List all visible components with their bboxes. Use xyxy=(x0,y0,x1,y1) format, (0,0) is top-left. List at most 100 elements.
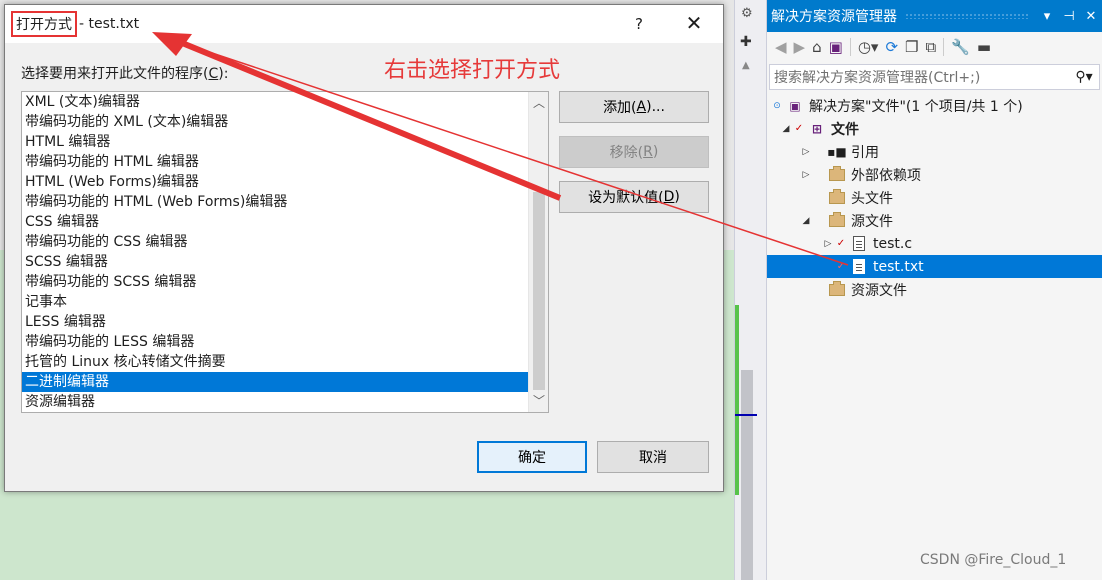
switch-views-icon[interactable]: ▣ xyxy=(829,38,843,56)
program-list-item[interactable]: 带编码功能的 SCSS 编辑器 xyxy=(22,272,528,292)
scroll-up-icon[interactable]: ︿ xyxy=(529,94,548,112)
add-button-label: 添加( xyxy=(603,100,637,116)
forward-icon[interactable]: ▶ xyxy=(794,38,806,56)
tree-node-label: 外部依赖项 xyxy=(851,167,921,184)
preview-icon[interactable]: ▬ xyxy=(977,38,991,56)
project-icon: ⊞ xyxy=(811,121,823,136)
cancel-button[interactable]: 取消 xyxy=(597,441,709,473)
folder-icon xyxy=(827,211,847,229)
expanded-arrow-icon[interactable]: ◢ xyxy=(799,216,813,226)
back-icon[interactable]: ◀ xyxy=(775,38,787,56)
home-icon[interactable]: ⌂ xyxy=(812,38,822,56)
tree-node-header-files[interactable]: 头文件 xyxy=(767,186,1102,209)
solution-explorer-titlebar: 解决方案资源管理器 ▾ ⊣ ✕ xyxy=(767,0,1102,32)
program-list-item[interactable]: 托管的 Linux 核心转储文件摘要 xyxy=(22,352,528,372)
program-list-item[interactable]: XML (文本)编辑器 xyxy=(22,92,528,112)
expanded-arrow-icon[interactable]: ◢ xyxy=(779,124,793,134)
collapsed-arrow-icon[interactable]: ▷ xyxy=(799,147,813,157)
checked-in-icon: ✓ xyxy=(794,123,804,134)
collapsed-arrow-icon[interactable]: ▷ xyxy=(821,239,835,249)
program-list-item[interactable]: 带编码功能的 XML (文本)编辑器 xyxy=(22,112,528,132)
tree-node-project[interactable]: ◢ ✓ ⊞ 文件 xyxy=(767,117,1102,140)
solution-tree: ⊙ ▣ 解决方案"文件"(1 个项目/共 1 个) ◢ ✓ ⊞ 文件 ▷ ▪■ … xyxy=(767,94,1102,301)
tree-node-label: 引用 xyxy=(851,144,879,161)
annotation-text: 右击选择打开方式 xyxy=(384,58,561,83)
program-list-item[interactable]: SCSS 编辑器 xyxy=(22,252,528,272)
solution-explorer-search[interactable]: 搜索解决方案资源管理器(Ctrl+;) ⚲▾ xyxy=(769,64,1100,90)
pin-icon[interactable]: ⊣ xyxy=(1058,9,1080,24)
program-list-item[interactable]: HTML (Web Forms)编辑器 xyxy=(22,172,528,192)
search-icon[interactable]: ⚲▾ xyxy=(1069,69,1099,85)
tree-node-external-deps[interactable]: ▷ 外部依赖项 xyxy=(767,163,1102,186)
tree-node-references[interactable]: ▷ ▪■ 引用 xyxy=(767,140,1102,163)
solution-explorer-toolbar: ◀ ▶ ⌂ ▣ ◷▾ ⟳ ❐ ⧉ 🔧 ▬ xyxy=(767,32,1102,62)
remove-button[interactable]: 移除(R) xyxy=(559,136,709,168)
solution-explorer-title: 解决方案资源管理器 xyxy=(771,9,897,25)
dialog-titlebar: 打开方式 - test.txt ? ✕ xyxy=(5,5,723,43)
remove-button-suffix: ) xyxy=(652,144,659,160)
change-indicator xyxy=(735,305,739,495)
references-icon: ▪■ xyxy=(827,144,847,159)
tree-node-label: test.txt xyxy=(873,258,924,275)
tree-node-test-c[interactable]: ▷ ✓ test.c xyxy=(767,232,1102,255)
program-list-scrollbar[interactable]: ︿ ﹀ xyxy=(528,92,548,412)
tree-node-label: 头文件 xyxy=(851,190,893,207)
scroll-up-icon[interactable]: ▲ xyxy=(742,60,750,71)
tree-node-label: 源文件 xyxy=(851,213,893,230)
collapse-all-icon[interactable]: ❐ xyxy=(905,38,918,56)
scrollbar-thumb[interactable] xyxy=(533,192,545,390)
program-list-item[interactable]: CSS 编辑器 xyxy=(22,212,528,232)
open-with-dialog: 打开方式 - test.txt ? ✕ 选择要用来打开此文件的程序(C): XM… xyxy=(4,4,724,492)
program-list-item[interactable]: 带编码功能的 HTML (Web Forms)编辑器 xyxy=(22,192,528,212)
tree-node-resource-files[interactable]: 资源文件 xyxy=(767,278,1102,301)
tree-node-solution[interactable]: ⊙ ▣ 解决方案"文件"(1 个项目/共 1 个) xyxy=(767,94,1102,117)
program-list[interactable]: XML (文本)编辑器 带编码功能的 XML (文本)编辑器 HTML 编辑器 带编码… xyxy=(21,91,549,413)
pending-changes-icon[interactable]: ◷▾ xyxy=(858,38,879,56)
remove-button-label: 移除( xyxy=(609,145,644,161)
dialog-title: - test.txt xyxy=(79,16,140,32)
dialog-title-highlight: 打开方式 xyxy=(11,11,77,37)
program-list-item[interactable]: 记事本 xyxy=(22,292,528,312)
ok-button[interactable]: 确定 xyxy=(477,441,587,473)
prompt-suffix: ): xyxy=(218,66,229,82)
set-default-suffix: ) xyxy=(674,189,680,205)
program-list-item[interactable]: 二进制编辑器 xyxy=(22,372,528,392)
program-list-item[interactable]: HTML 编辑器 xyxy=(22,132,528,152)
tree-node-test-txt[interactable]: ✓ test.txt xyxy=(767,255,1102,278)
close-button[interactable]: ✕ xyxy=(683,11,705,35)
program-list-item[interactable]: 带编码功能的 CSS 编辑器 xyxy=(22,232,528,252)
help-button[interactable]: ? xyxy=(629,15,649,33)
program-list-item[interactable]: LESS 编辑器 xyxy=(22,312,528,332)
c-file-icon xyxy=(849,236,869,252)
titlebar-grip xyxy=(905,13,1028,19)
remove-button-accesskey: R xyxy=(643,144,653,160)
search-input[interactable]: 搜索解决方案资源管理器(Ctrl+;) xyxy=(774,67,1069,87)
editor-scrollbar-thumb[interactable] xyxy=(741,370,753,580)
program-list-item[interactable]: 资源编辑器 xyxy=(22,392,528,412)
add-button[interactable]: 添加(A)... xyxy=(559,91,709,123)
window-menu-icon[interactable]: ▾ xyxy=(1036,9,1058,24)
watermark: CSDN @Fire_Cloud_1 xyxy=(920,552,1067,568)
cancel-label: 取消 xyxy=(639,450,667,466)
checked-in-icon: ✓ xyxy=(836,261,846,272)
sync-icon[interactable]: ⟳ xyxy=(885,38,898,56)
show-all-files-icon[interactable]: ⧉ xyxy=(925,38,936,56)
add-button-accesskey: A xyxy=(636,99,647,115)
editor-side-strip: ⚙ ✚ ▲ xyxy=(734,0,766,580)
checked-in-icon: ✓ xyxy=(836,238,846,249)
text-file-icon xyxy=(849,259,869,275)
split-icon[interactable]: ✚ xyxy=(740,34,752,50)
gear-icon[interactable]: ⚙ xyxy=(741,6,753,21)
tree-node-source-files[interactable]: ◢ 源文件 xyxy=(767,209,1102,232)
properties-wrench-icon[interactable]: 🔧 xyxy=(951,38,970,56)
program-list-item[interactable]: 带编码功能的 LESS 编辑器 xyxy=(22,332,528,352)
set-default-button[interactable]: 设为默认值(D) xyxy=(559,181,709,213)
prompt-text: 选择要用来打开此文件的程序( xyxy=(21,66,209,82)
program-list-item[interactable]: 带编码功能的 HTML 编辑器 xyxy=(22,152,528,172)
close-icon[interactable]: ✕ xyxy=(1080,9,1102,24)
caret-marker xyxy=(735,414,757,416)
scroll-down-icon[interactable]: ﹀ xyxy=(529,392,548,410)
solution-icon: ▣ xyxy=(789,98,801,113)
add-button-suffix: )... xyxy=(646,99,665,115)
collapsed-arrow-icon[interactable]: ▷ xyxy=(799,170,813,180)
